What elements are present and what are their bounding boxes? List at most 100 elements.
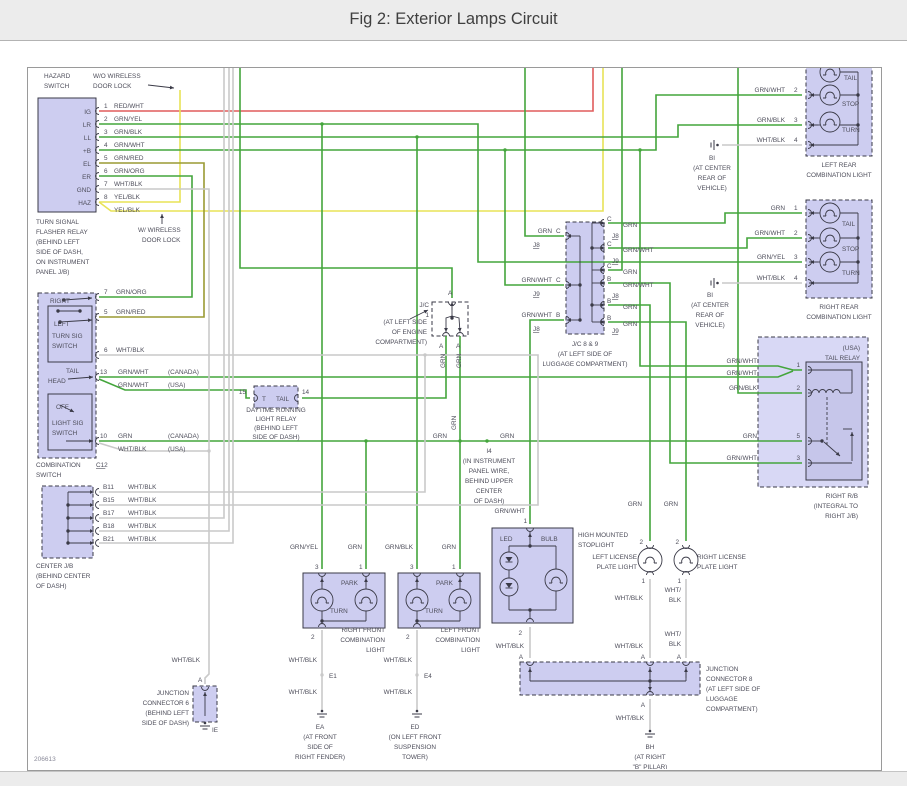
wire-label: GRN	[628, 501, 643, 508]
wire-label: DOOR LOCK	[142, 237, 181, 244]
wire-label: GRN	[623, 269, 638, 276]
wire-label: FLASHER RELAY	[36, 229, 88, 236]
wire-label: (BEHIND LEFT	[145, 710, 189, 717]
wire-label: I4	[486, 448, 492, 455]
wire-label: LIGHT RELAY	[256, 416, 298, 423]
wire	[608, 321, 687, 541]
pin-connector-icon	[95, 437, 100, 445]
wire-label: WHT/BLK	[116, 347, 145, 354]
junction-dot	[423, 353, 427, 357]
junction-dot	[66, 541, 70, 545]
wire-label: ED	[411, 724, 420, 731]
figure-header: Fig 2: Exterior Lamps Circuit	[0, 0, 907, 41]
bulb-icon	[673, 547, 699, 573]
wire-label: GRN/WHT	[726, 370, 757, 377]
wire-label: 3	[796, 455, 800, 462]
wire-label: 1	[794, 205, 798, 212]
wire-label: TAIL RELAY	[825, 355, 861, 362]
wire-label: TURN	[330, 608, 348, 615]
junction-dot	[820, 439, 824, 443]
wire-label: 6	[104, 168, 108, 175]
wire-label: TURN SIG	[52, 333, 83, 340]
wire-label: GRN/RED	[114, 155, 144, 162]
wire	[99, 68, 234, 544]
bulb-filament-icon	[679, 556, 693, 564]
wire-label: A	[448, 290, 453, 297]
page: Fig 2: Exterior Lamps Circuit HAZARD SWIT…	[0, 0, 907, 786]
wire-label: (CANADA)	[168, 433, 199, 440]
wire-label: WHT/BLK	[118, 446, 147, 453]
junction-dot	[528, 608, 532, 612]
wire-label: GRN/YEL	[114, 116, 143, 123]
wire-label: LIGHT	[366, 647, 385, 654]
pin-connector-icon	[95, 488, 100, 496]
wire-label: (AT CENTER	[691, 302, 729, 309]
wire-label: A	[519, 654, 524, 661]
junction-dot	[450, 316, 454, 320]
wire-label: C	[556, 228, 561, 235]
wire-label: (AT LEFT SIDE OF	[706, 686, 760, 693]
arrowhead-icon	[457, 327, 462, 332]
wire-label: COMBINATION	[340, 637, 385, 644]
wire-label: GRN/WHT	[754, 87, 785, 94]
wire-label: BLK	[669, 597, 682, 604]
wire-label: B	[607, 276, 611, 283]
wire-label: STOPLIGHT	[578, 542, 614, 549]
figure-title: Fig 2: Exterior Lamps Circuit	[349, 10, 558, 28]
wire-label: 2	[794, 230, 798, 237]
wire-label: +B	[83, 148, 91, 155]
wire-label: GRN	[118, 433, 133, 440]
wire-label: (INTEGRAL TO	[814, 503, 858, 510]
wire-label: RED/WHT	[114, 103, 144, 110]
pin-connector-icon	[442, 332, 450, 337]
wire-label: RIGHT FENDER)	[295, 754, 345, 761]
wire-label: 1	[641, 578, 645, 585]
wire-label: GRN/WHT	[623, 282, 654, 289]
wire-label: C	[607, 241, 612, 248]
wire-label: 1	[359, 564, 363, 571]
wire-label: CENTER	[476, 488, 503, 495]
wire-label: GRN	[500, 433, 515, 440]
wire-label: COMBINATION	[36, 462, 81, 469]
wire-label: (ON LEFT FRONT	[389, 734, 442, 741]
wire-label: 6	[104, 347, 108, 354]
wire-label: 3	[104, 129, 108, 136]
footer-strip	[0, 771, 907, 786]
junction-dot	[56, 309, 60, 313]
wire-label: LEFT LICENSE	[592, 554, 637, 561]
wire-label: SUSPENSION	[394, 744, 436, 751]
wire-label: RIGHT J/B)	[825, 513, 858, 520]
wire-label: STOP	[842, 101, 859, 108]
wire-label: GRN/YEL	[290, 544, 319, 551]
wire-label: (CANADA)	[168, 369, 199, 376]
junction-dot	[66, 516, 70, 520]
wire-label: EL	[83, 161, 91, 168]
wire-label: (AT RIGHT	[634, 754, 665, 761]
wire-label: VEHICLE)	[695, 322, 724, 329]
wire-label: C	[607, 216, 612, 223]
wire-label: WHT/BLK	[172, 657, 201, 664]
wire-label: E1	[329, 673, 337, 680]
wire-label: LR	[83, 122, 92, 129]
wire-label: 2	[675, 539, 679, 546]
wire-label: B18	[103, 523, 115, 530]
wire-label: B15	[103, 497, 115, 504]
wire-label: RIGHT REAR	[819, 304, 859, 311]
wire-label: J8	[612, 293, 619, 300]
junction-dot	[856, 236, 860, 240]
wire-label: GRN	[743, 433, 758, 440]
wire-label: SWITCH	[52, 430, 78, 437]
arrowhead-icon	[160, 214, 164, 218]
wire-label: GRN/WHT	[118, 382, 149, 389]
wire-label: GRN	[442, 544, 457, 551]
junction-dot	[578, 283, 582, 287]
wire-label: 5	[796, 433, 800, 440]
wire-label: 4	[104, 142, 108, 149]
pin-connector-icon	[95, 501, 100, 509]
wire-label: JUNCTION	[706, 666, 739, 673]
junction-dot	[415, 135, 419, 139]
wire	[99, 124, 802, 138]
wire-label: J/C 8 & 9	[572, 341, 599, 348]
wire-label: JUNCTION	[157, 690, 190, 697]
wire-label: COMBINATION LIGHT	[806, 314, 871, 321]
